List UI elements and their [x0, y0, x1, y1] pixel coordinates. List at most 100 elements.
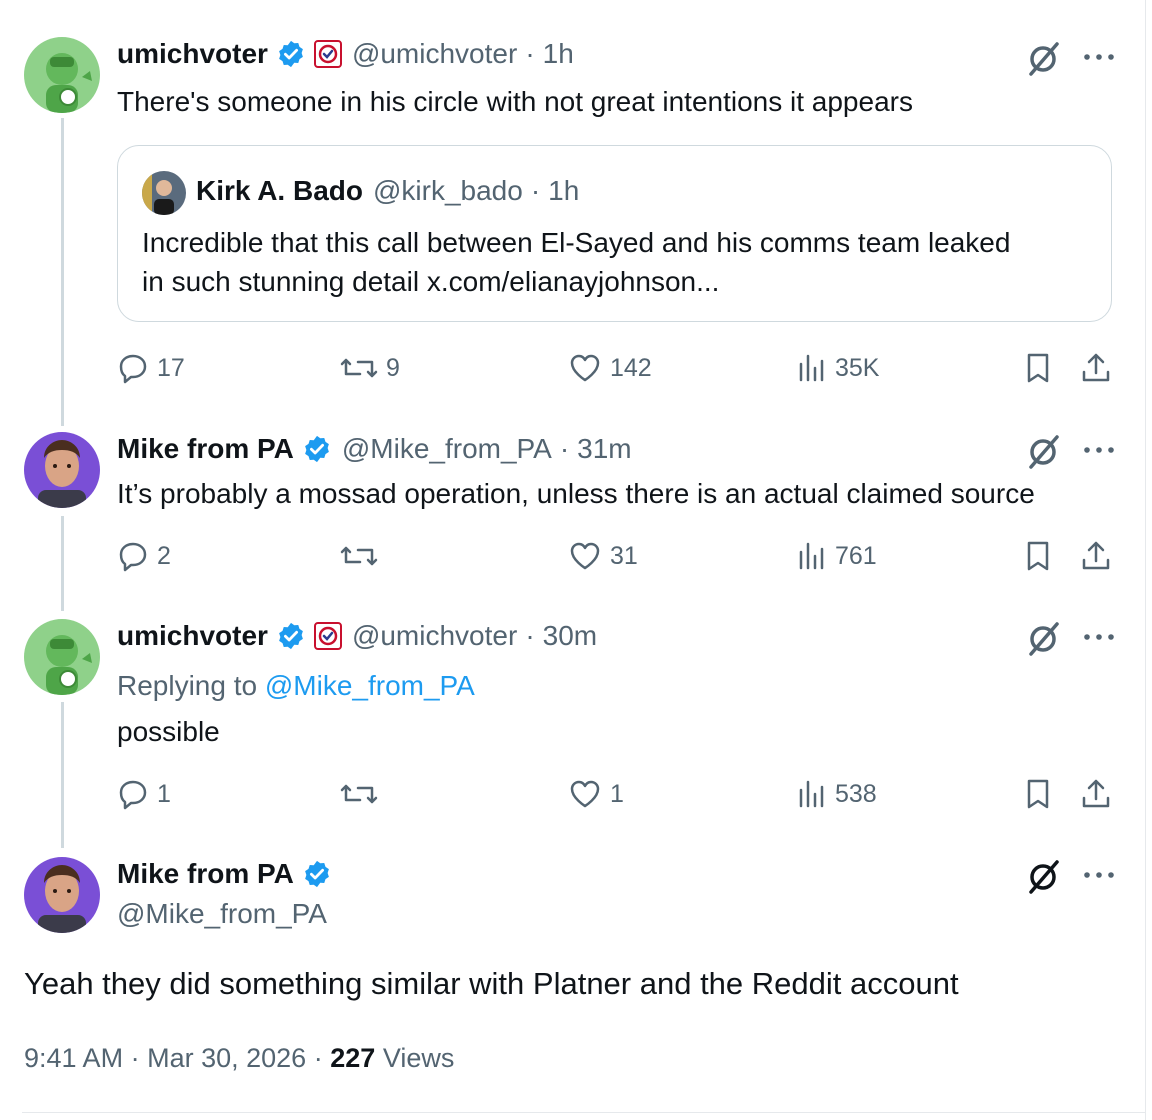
- views-button[interactable]: 35K: [797, 350, 879, 386]
- timestamp[interactable]: 1h: [543, 38, 574, 70]
- reply-count: 1: [157, 779, 171, 808]
- like-count: 1: [610, 779, 624, 808]
- quote-text-line: Incredible that this call between El-Say…: [142, 227, 1011, 258]
- like-count: 142: [610, 353, 652, 382]
- reply-icon: [119, 354, 147, 384]
- thread-line: [61, 118, 64, 426]
- like-icon: [570, 354, 600, 382]
- verified-badge-icon: [302, 859, 332, 889]
- reply-button[interactable]: 2: [117, 538, 171, 574]
- affiliation-icon[interactable]: [313, 40, 342, 68]
- right-border: [1145, 0, 1146, 1120]
- like-button[interactable]: 1: [568, 776, 624, 812]
- like-icon: [570, 780, 600, 808]
- display-name[interactable]: umichvoter: [117, 620, 268, 652]
- verified-badge-icon: [276, 39, 306, 69]
- more-icon[interactable]: [1080, 856, 1118, 894]
- quote-display-name[interactable]: Kirk A. Bado: [196, 175, 363, 207]
- repost-icon: [340, 546, 378, 566]
- bookmark-icon[interactable]: [1022, 540, 1054, 572]
- quote-header: Kirk A. Bado @kirk_bado · 1h: [196, 175, 579, 207]
- post-date[interactable]: Mar 30, 2026: [147, 1043, 306, 1073]
- timestamp[interactable]: 30m: [543, 620, 597, 652]
- repost-icon: [340, 784, 378, 804]
- verified-badge-icon: [302, 434, 332, 464]
- views-label: Views: [382, 1043, 455, 1073]
- views-count: 538: [835, 779, 877, 808]
- display-name[interactable]: Mike from PA: [117, 433, 294, 465]
- like-button[interactable]: 142: [568, 350, 652, 386]
- repost-button[interactable]: 9: [340, 350, 400, 386]
- separator: ·: [559, 433, 570, 464]
- verified-badge-icon: [276, 621, 306, 651]
- reply-count: 17: [157, 353, 185, 382]
- handle[interactable]: @umichvoter: [352, 620, 517, 652]
- quoted-tweet[interactable]: Kirk A. Bado @kirk_bado · 1h Incredible …: [117, 145, 1112, 322]
- views-icon: [799, 780, 824, 808]
- like-button[interactable]: 31: [568, 538, 638, 574]
- repost-button[interactable]: [340, 538, 386, 574]
- more-icon[interactable]: [1080, 38, 1118, 76]
- separator: ·: [530, 175, 541, 206]
- grok-icon[interactable]: [1025, 620, 1063, 658]
- display-name[interactable]: umichvoter: [117, 38, 268, 70]
- timestamp[interactable]: 31m: [577, 433, 631, 465]
- share-icon[interactable]: [1080, 352, 1112, 384]
- handle[interactable]: @Mike_from_PA: [117, 898, 327, 930]
- tweet-meta: 9:41 AM · Mar 30, 2026 · 227 Views: [24, 1043, 454, 1074]
- share-icon[interactable]: [1080, 540, 1112, 572]
- quote-text-line: in such stunning detail x.com/elianayjoh…: [142, 266, 720, 297]
- tweet-header: umichvoter @umichvoter · 1h: [117, 38, 574, 70]
- reply-button[interactable]: 17: [117, 350, 185, 386]
- separator: ·: [525, 620, 535, 651]
- tweet-text: possible: [117, 716, 220, 747]
- separator: ·: [525, 38, 535, 69]
- divider: [22, 1112, 1145, 1113]
- quote-handle[interactable]: @kirk_bado: [373, 175, 523, 207]
- views-button[interactable]: 538: [797, 776, 877, 812]
- views-icon: [799, 542, 824, 570]
- handle-row: @Mike_from_PA: [117, 898, 327, 930]
- grok-icon[interactable]: [1025, 433, 1063, 471]
- tweet-header: Mike from PA @Mike_from_PA · 31m: [117, 433, 632, 465]
- replying-to: Replying to @Mike_from_PA: [117, 668, 475, 704]
- avatar[interactable]: [24, 857, 100, 933]
- reply-icon: [119, 542, 147, 572]
- handle[interactable]: @umichvoter: [352, 38, 517, 70]
- avatar[interactable]: [24, 619, 100, 695]
- thread-line: [61, 516, 64, 611]
- more-icon[interactable]: [1080, 618, 1118, 656]
- reply-count: 2: [157, 541, 171, 570]
- affiliation-icon[interactable]: [313, 622, 342, 650]
- repost-button[interactable]: [340, 776, 386, 812]
- avatar[interactable]: [24, 37, 100, 113]
- more-icon[interactable]: [1080, 431, 1118, 469]
- tweet-text: It’s probably a mossad operation, unless…: [117, 478, 1035, 509]
- quote-timestamp: 1h: [548, 175, 580, 206]
- views-button[interactable]: 761: [797, 538, 877, 574]
- quote-avatar[interactable]: [142, 171, 186, 215]
- handle[interactable]: @Mike_from_PA: [342, 433, 552, 465]
- reply-button[interactable]: 1: [117, 776, 171, 812]
- display-name[interactable]: Mike from PA: [117, 858, 294, 890]
- grok-icon[interactable]: [1025, 858, 1063, 896]
- views-icon: [799, 354, 824, 382]
- repost-count: 9: [386, 353, 400, 382]
- views-total: 227: [330, 1043, 376, 1073]
- main-tweet-text: Yeah they did something similar with Pla…: [24, 966, 959, 1001]
- like-count: 31: [610, 541, 638, 570]
- reply-icon: [119, 780, 147, 810]
- tweet-header: Mike from PA: [117, 858, 332, 890]
- bookmark-icon[interactable]: [1022, 352, 1054, 384]
- replying-to-link[interactable]: @Mike_from_PA: [265, 670, 475, 701]
- separator: ·: [313, 1043, 323, 1073]
- replying-prefix: Replying to: [117, 670, 265, 701]
- quote-text: Incredible that this call between El-Say…: [142, 223, 1010, 301]
- grok-icon[interactable]: [1025, 40, 1063, 78]
- bookmark-icon[interactable]: [1022, 778, 1054, 810]
- tweet-text: There's someone in his circle with not g…: [117, 86, 913, 117]
- avatar[interactable]: [24, 432, 100, 508]
- separator: ·: [130, 1043, 140, 1073]
- post-time[interactable]: 9:41 AM: [24, 1043, 123, 1073]
- share-icon[interactable]: [1080, 778, 1112, 810]
